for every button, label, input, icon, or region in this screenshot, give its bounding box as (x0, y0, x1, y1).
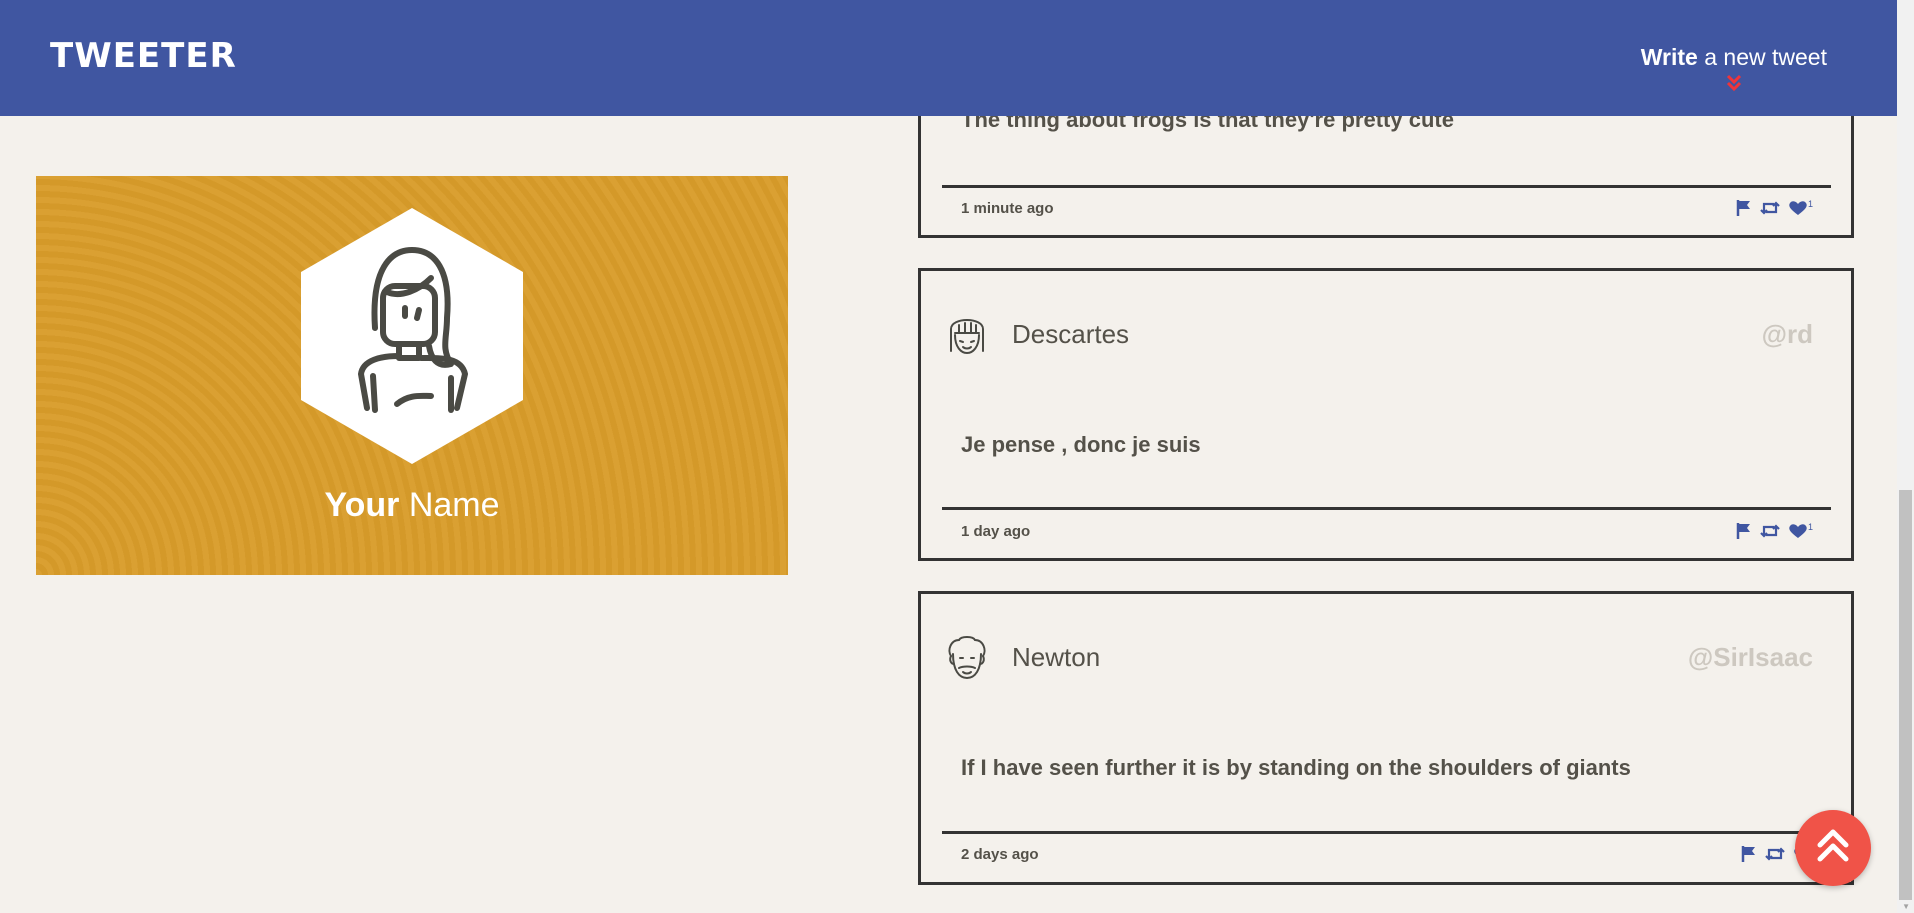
write-new-tweet-button[interactable]: Write a new tweet (1640, 44, 1827, 92)
tweet-author-handle[interactable]: @rd (1762, 319, 1813, 350)
scrollbar-thumb[interactable] (1899, 490, 1912, 900)
tweet-divider (942, 831, 1831, 834)
retweet-icon[interactable] (1765, 846, 1785, 862)
compose-bold-label: Write (1640, 44, 1698, 70)
tweet-text: If I have seen further it is by standing… (961, 755, 1631, 780)
user-avatar-icon (950, 319, 984, 355)
flag-icon[interactable] (1736, 522, 1752, 540)
user-avatar-icon (948, 636, 986, 680)
logo[interactable]: TWEETER (50, 36, 237, 76)
retweet-icon[interactable] (1760, 200, 1780, 216)
tweet-timestamp: 1 day ago (961, 523, 1031, 540)
tweet-author-name: Descartes (1012, 319, 1130, 349)
tweet-timestamp: 2 days ago (961, 846, 1039, 863)
tweet-divider (942, 185, 1831, 188)
top-nav: TWEETER Write a new tweet (0, 0, 1897, 116)
flag-icon[interactable] (1736, 199, 1752, 217)
tweet-author-name: Newton (1012, 642, 1101, 672)
scroll-down-arrow-icon[interactable]: ▼ (1902, 902, 1910, 911)
retweet-icon[interactable] (1760, 523, 1780, 539)
tweet-divider (942, 507, 1831, 510)
tweet-actions: 1 (1736, 199, 1813, 217)
scroll-to-top-button[interactable] (1795, 810, 1871, 886)
profile-last-name: Name (408, 486, 500, 524)
profile-first-name: Your (324, 486, 400, 524)
tweet-author-handle[interactable]: @SirIsaac (1688, 642, 1813, 673)
tweet-actions: 1 (1736, 522, 1813, 540)
flag-icon[interactable] (1741, 845, 1757, 863)
heart-icon[interactable] (1788, 523, 1808, 539)
tweet-card: Newton @SirIsaac If I have seen further … (918, 591, 1854, 885)
profile-avatar (301, 208, 523, 464)
heart-icon[interactable] (1788, 200, 1808, 216)
like-count: 1 (1807, 522, 1813, 532)
compose-label: a new tweet (1704, 44, 1827, 70)
double-chevron-down-icon[interactable] (1724, 74, 1744, 94)
profile-name: Your Name (36, 486, 788, 525)
like-count: 1 (1807, 199, 1813, 209)
double-chevron-up-icon (1817, 829, 1849, 862)
tweet-text: Je pense , donc je suis (961, 432, 1201, 457)
profile-card: Your Name (36, 176, 788, 575)
page-scrollbar[interactable]: ▼ (1897, 0, 1914, 913)
tweet-timestamp: 1 minute ago (961, 200, 1054, 217)
tweet-card: Descartes @rd Je pense , donc je suis 1 … (918, 268, 1854, 561)
